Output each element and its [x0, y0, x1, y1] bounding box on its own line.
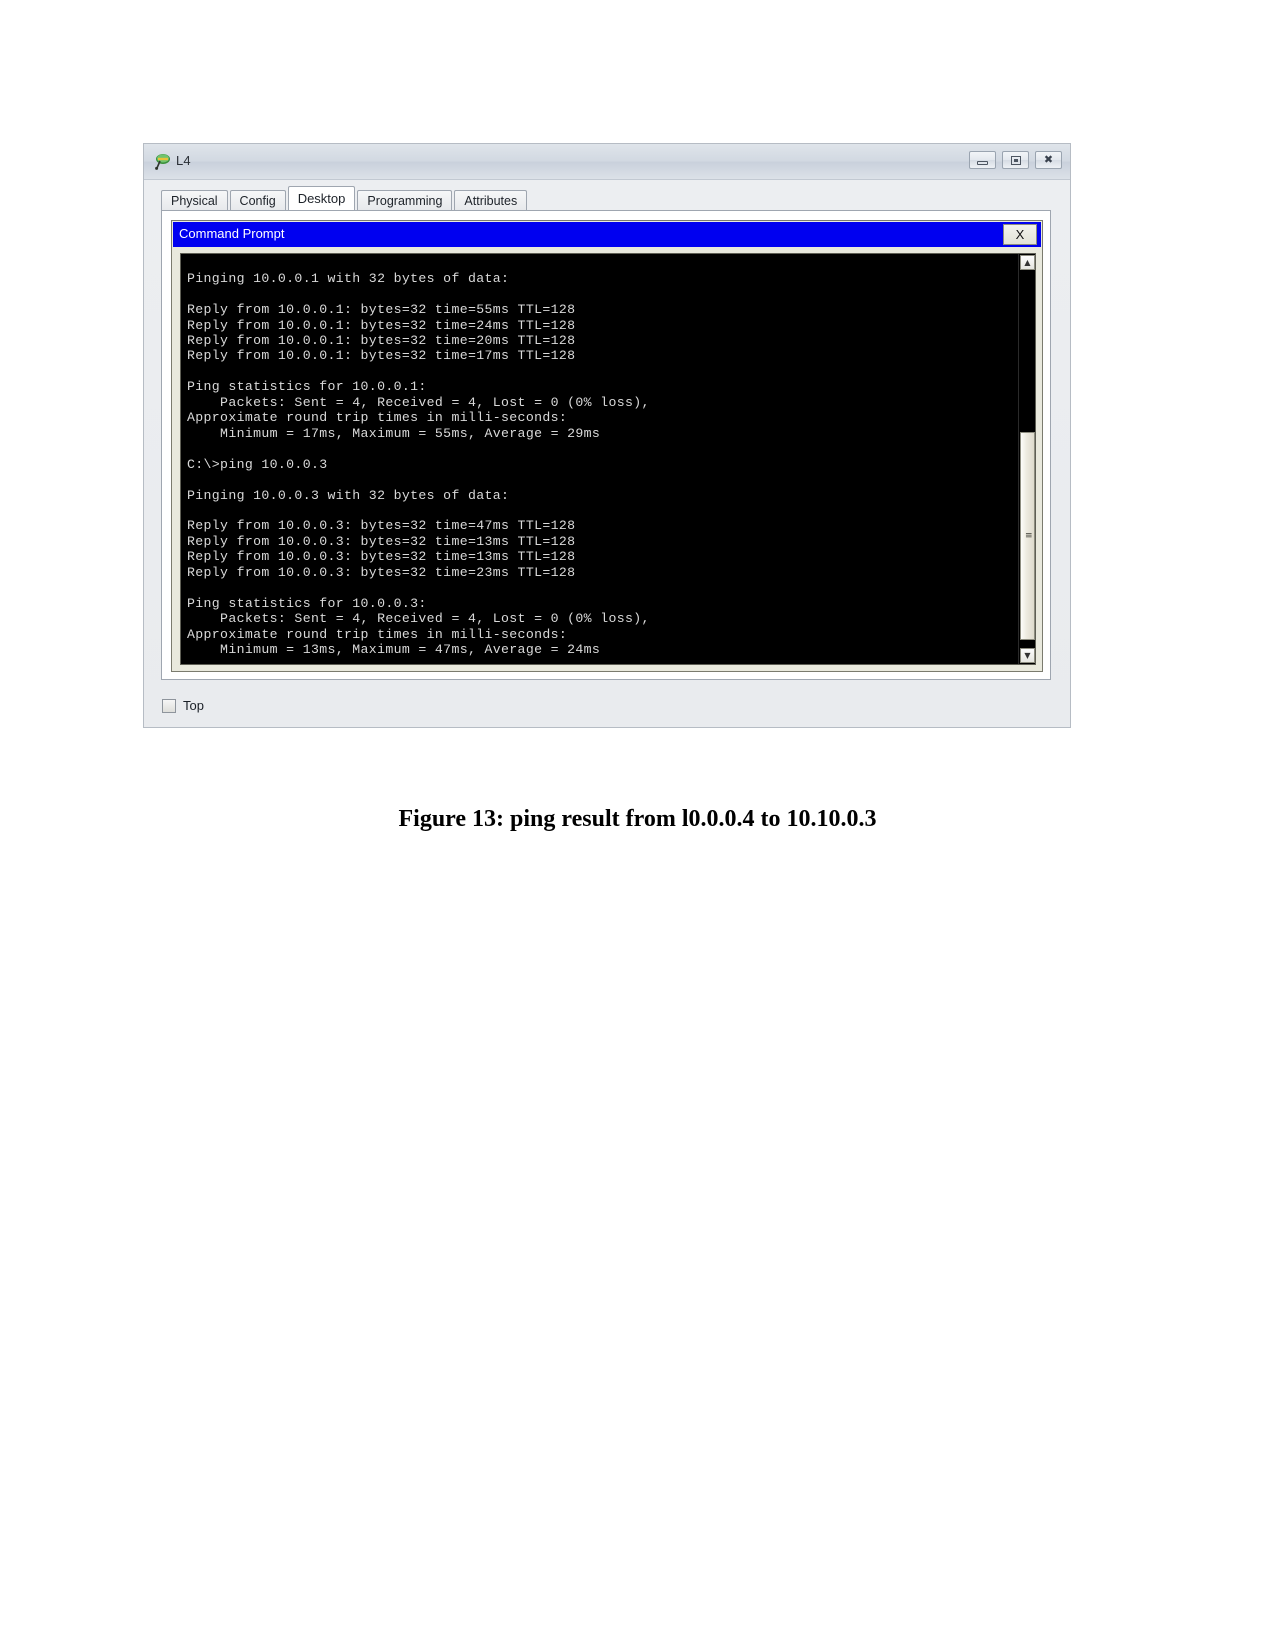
tab-programming-label: Programming	[367, 194, 443, 208]
device-router-icon	[154, 152, 172, 170]
tab-config[interactable]: Config	[229, 190, 286, 210]
tab-physical-label: Physical	[171, 194, 218, 208]
top-checkbox-row[interactable]: Top	[162, 698, 204, 713]
terminal-body[interactable]: Pinging 10.0.0.1 with 32 bytes of data: …	[180, 253, 1036, 665]
close-icon: ✖	[1043, 153, 1054, 166]
maximize-icon	[1011, 156, 1021, 165]
window-titlebar: L4 ✖	[144, 144, 1070, 180]
tab-config-label: Config	[239, 194, 276, 208]
top-checkbox[interactable]	[162, 698, 176, 713]
figure-caption: Figure 13: ping result from l0.0.0.4 to …	[398, 806, 877, 832]
minimize-button[interactable]	[969, 151, 996, 169]
tab-attributes-label: Attributes	[464, 194, 518, 208]
scroll-down-arrow-icon[interactable]: ▼	[1020, 648, 1035, 663]
terminal-output: Pinging 10.0.0.1 with 32 bytes of data: …	[187, 271, 650, 658]
tab-desktop-label: Desktop	[297, 191, 346, 206]
top-checkbox-label: Top	[183, 698, 204, 713]
device-window: L4 ✖ Physical Config Desktop Programming…	[143, 143, 1071, 728]
scroll-up-arrow-icon[interactable]: ▲	[1020, 255, 1035, 270]
command-prompt-title: Command Prompt	[179, 226, 285, 241]
minimize-icon	[977, 161, 988, 165]
maximize-button[interactable]	[1002, 151, 1029, 169]
scrollbar-grip-icon: ≡	[1025, 531, 1033, 541]
desktop-panel: Command Prompt X Pinging 10.0.0.1 with 3…	[161, 210, 1051, 680]
command-prompt-close-button[interactable]: X	[1003, 224, 1037, 245]
tab-desktop[interactable]: Desktop	[287, 186, 356, 210]
command-prompt-window: Command Prompt X Pinging 10.0.0.1 with 3…	[171, 220, 1043, 672]
tab-attributes[interactable]: Attributes	[454, 190, 528, 210]
tab-programming[interactable]: Programming	[357, 190, 453, 210]
tab-physical[interactable]: Physical	[161, 190, 228, 210]
command-prompt-titlebar: Command Prompt X	[173, 222, 1041, 247]
scrollbar-thumb[interactable]: ≡	[1020, 432, 1035, 640]
close-button[interactable]: ✖	[1035, 151, 1062, 169]
terminal-scrollbar[interactable]: ▲ ≡ ▼	[1018, 254, 1035, 664]
window-controls: ✖	[969, 151, 1062, 169]
tab-strip: Physical Config Desktop Programming Attr…	[161, 186, 529, 210]
document-page: L4 ✖ Physical Config Desktop Programming…	[0, 0, 1275, 1650]
window-title: L4	[176, 153, 191, 168]
